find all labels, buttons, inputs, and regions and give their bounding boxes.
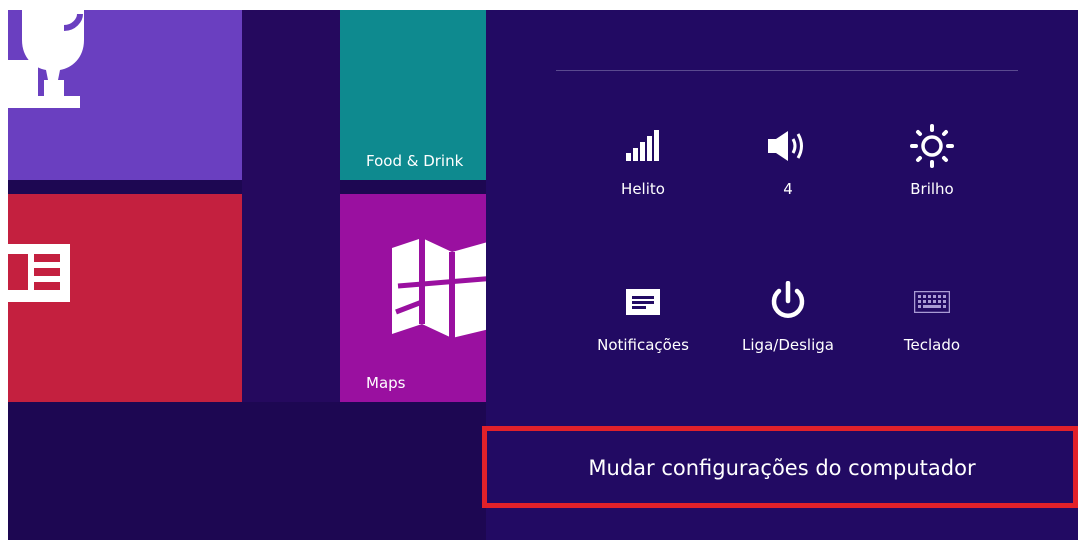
quick-setting-notifications-label: Notificações (597, 336, 689, 354)
quick-setting-keyboard-label: Teclado (903, 336, 961, 354)
keyboard-icon (914, 291, 950, 313)
tile-gap-strip (242, 10, 340, 402)
quick-setting-network-label: Helito (621, 180, 665, 198)
tile-maps-label: Maps (366, 374, 406, 392)
panel-divider (556, 70, 1018, 71)
change-pc-settings-link[interactable]: Mudar configurações do computador (486, 428, 1078, 508)
quick-setting-power[interactable]: Liga/Desliga (718, 278, 858, 354)
tile-games[interactable] (8, 10, 242, 180)
power-icon (771, 281, 805, 318)
settings-panel: Helito 4 Brilho Notificações Liga/Deslig… (482, 10, 1078, 540)
quick-setting-volume-label: 4 (783, 180, 793, 198)
quick-setting-notifications[interactable]: Notificações (573, 278, 713, 354)
quick-setting-network[interactable]: Helito (573, 122, 713, 198)
signal-bars-icon (626, 130, 659, 161)
tile-maps[interactable]: Maps (340, 194, 502, 402)
speaker-icon (768, 131, 803, 161)
tile-food-label: Food & Drink (366, 152, 464, 170)
change-pc-settings-label: Mudar configurações do computador (588, 456, 976, 480)
quick-setting-brightness-label: Brilho (910, 180, 954, 198)
newspaper-icon (8, 244, 70, 302)
notifications-icon (626, 289, 660, 315)
quick-setting-keyboard[interactable]: Teclado (862, 278, 1002, 354)
trophy-icon (8, 10, 84, 108)
tile-food-drink[interactable]: Food & Drink (340, 10, 500, 180)
tile-news[interactable] (8, 194, 242, 402)
quick-setting-brightness[interactable]: Brilho (862, 122, 1002, 198)
quick-setting-power-label: Liga/Desliga (742, 336, 834, 354)
quick-setting-volume[interactable]: 4 (718, 122, 858, 198)
start-screen: Food & Drink Maps Helito 4 Brilho Notifi… (8, 10, 1078, 540)
sun-icon (910, 124, 954, 168)
